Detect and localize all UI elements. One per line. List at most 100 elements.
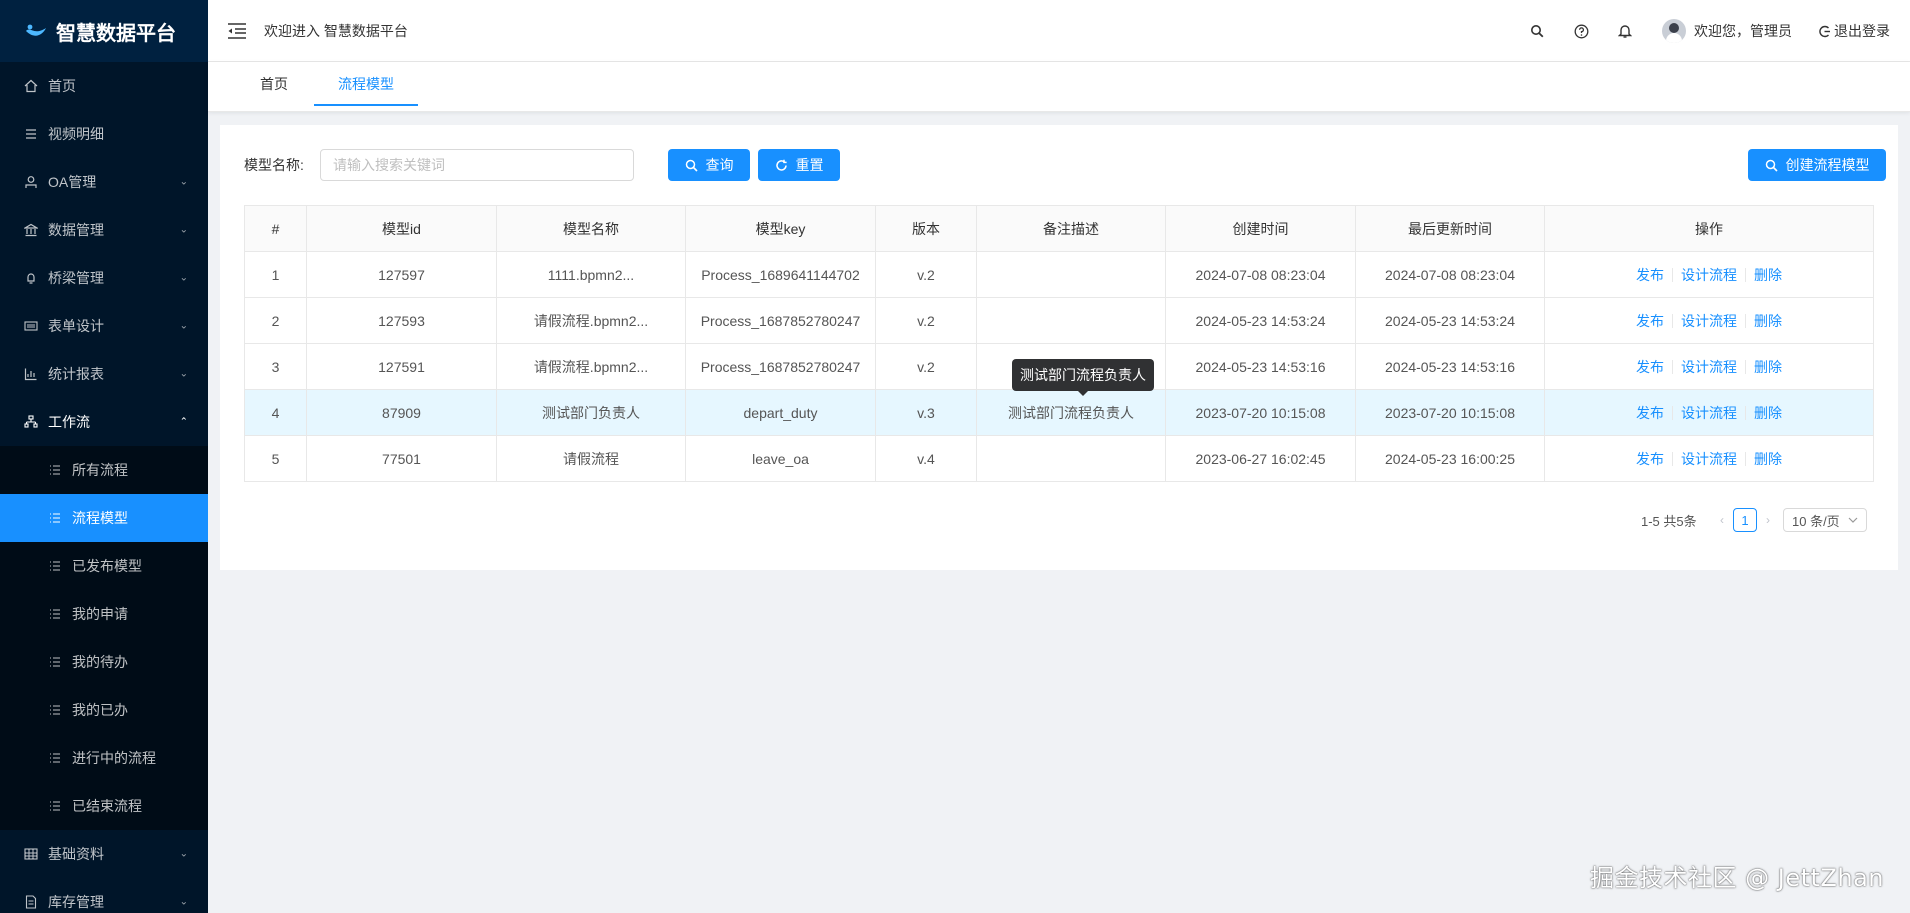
- delete-button[interactable]: 删除: [1754, 265, 1782, 285]
- sidebar-item-label: 进行中的流程: [72, 750, 156, 766]
- table-cell-name: 1111.bpmn2...: [497, 252, 686, 297]
- file-icon: [24, 895, 38, 909]
- delete-button[interactable]: 删除: [1754, 311, 1782, 331]
- table-cell-created: 2024-05-23 14:53:16: [1166, 344, 1356, 389]
- sidebar-item-report[interactable]: 统计报表 ⌄: [0, 350, 208, 398]
- design-process-button[interactable]: 设计流程: [1681, 449, 1737, 469]
- table-cell-key: Process_1687852780247: [686, 344, 876, 389]
- table-cell-key: depart_duty: [686, 390, 876, 435]
- notification-bell-icon[interactable]: [1616, 22, 1634, 40]
- app-logo[interactable]: 智慧数据平台: [0, 0, 208, 62]
- reset-button[interactable]: 重置: [758, 149, 840, 181]
- sidebar-item-data[interactable]: 数据管理 ⌄: [0, 206, 208, 254]
- reset-label: 重置: [795, 157, 824, 173]
- table-cell-name: 测试部门负责人: [497, 390, 686, 435]
- logout-button[interactable]: 退出登录: [1818, 21, 1890, 41]
- column-header: 模型key: [686, 206, 876, 251]
- table-row[interactable]: 2 127593 请假流程.bpmn2... Process_168785278024…: [244, 298, 1874, 344]
- table-cell-id: 87909: [307, 390, 497, 435]
- list-icon: [48, 463, 62, 477]
- tab-process-model[interactable]: 流程模型: [314, 62, 418, 106]
- logout-icon: [1819, 25, 1830, 37]
- sidebar-item-bridge[interactable]: 桥梁管理 ⌄: [0, 254, 208, 302]
- table-cell-created: 2023-07-20 10:15:08: [1166, 390, 1356, 435]
- chevron-down-icon: ⌄: [179, 272, 188, 284]
- sidebar-item-inventory[interactable]: 库存管理 ⌄: [0, 878, 208, 913]
- sidebar-item-workflow[interactable]: 工作流 ⌃: [0, 398, 208, 446]
- tab-home[interactable]: 首页: [252, 62, 296, 106]
- design-process-button[interactable]: 设计流程: [1681, 403, 1737, 423]
- sidebar-item-label: 表单设计: [48, 318, 104, 334]
- avatar[interactable]: [1662, 19, 1686, 43]
- table-cell-key: leave_oa: [686, 436, 876, 481]
- table-cell-updated: 2023-07-20 10:15:08: [1356, 390, 1545, 435]
- sidebar-item-running-processes[interactable]: 进行中的流程: [0, 734, 208, 782]
- table-cell-no: 5: [245, 436, 307, 481]
- menu-fold-icon[interactable]: [226, 22, 248, 40]
- publish-button[interactable]: 发布: [1636, 311, 1664, 331]
- page-number-button[interactable]: 1: [1733, 508, 1757, 532]
- design-process-button[interactable]: 设计流程: [1681, 357, 1737, 377]
- sidebar-item-video[interactable]: 视频明细: [0, 110, 208, 158]
- table-row[interactable]: 5 77501 请假流程 leave_oa v.4 2023-06-27 16:02:45…: [244, 436, 1874, 482]
- delete-button[interactable]: 删除: [1754, 357, 1782, 377]
- column-header: 版本: [876, 206, 977, 251]
- sidebar-item-oa[interactable]: OA管理 ⌄: [0, 158, 208, 206]
- row-actions: 发布 设计流程 删除: [1545, 252, 1873, 297]
- user-greeting[interactable]: 欢迎您，管理员: [1694, 21, 1792, 41]
- sidebar-item-form[interactable]: 表单设计 ⌄: [0, 302, 208, 350]
- delete-button[interactable]: 删除: [1754, 403, 1782, 423]
- table-icon: [24, 847, 38, 861]
- help-icon[interactable]: [1572, 22, 1590, 40]
- table-cell-desc: [977, 252, 1166, 297]
- sidebar-item-finished-processes[interactable]: 已结束流程: [0, 782, 208, 830]
- search-icon[interactable]: [1528, 22, 1546, 40]
- column-header: 备注描述: [977, 206, 1166, 251]
- next-page-icon[interactable]: ›: [1760, 508, 1776, 532]
- design-process-button[interactable]: 设计流程: [1681, 265, 1737, 285]
- create-process-model-button[interactable]: 创建流程模型: [1748, 149, 1886, 181]
- row-actions: 发布 设计流程 删除: [1545, 390, 1873, 435]
- table-cell-no: 4: [245, 390, 307, 435]
- page-tabs: 首页 流程模型: [208, 62, 1910, 112]
- list-icon: [48, 751, 62, 765]
- sidebar-item-label: 数据管理: [48, 222, 104, 238]
- sidebar-item-label: 所有流程: [72, 462, 128, 478]
- sidebar-item-my-applications[interactable]: 我的申请: [0, 590, 208, 638]
- action-divider: [1672, 359, 1673, 374]
- publish-button[interactable]: 发布: [1636, 357, 1664, 377]
- sidebar-item-all-processes[interactable]: 所有流程: [0, 446, 208, 494]
- delete-button[interactable]: 删除: [1754, 449, 1782, 469]
- sidebar-item-published-models[interactable]: 已发布模型: [0, 542, 208, 590]
- table-row[interactable]: 4 87909 测试部门负责人 depart_duty v.3 测试部门流程负责人 2023…: [244, 390, 1874, 436]
- publish-button[interactable]: 发布: [1636, 265, 1664, 285]
- sidebar-item-base-data[interactable]: 基础资料 ⌄: [0, 830, 208, 878]
- sidebar-item-label: 我的已办: [72, 702, 128, 718]
- sidebar-item-home[interactable]: 首页: [0, 62, 208, 110]
- model-name-search-input[interactable]: [320, 149, 634, 181]
- table-cell-id: 127593: [307, 298, 497, 343]
- table-header: # 模型id 模型名称 模型key 版本 备注描述 创建时间 最后更新时间 操作: [244, 205, 1874, 252]
- page-size-select[interactable]: 10 条/页: [1783, 508, 1867, 532]
- publish-button[interactable]: 发布: [1636, 403, 1664, 423]
- design-process-button[interactable]: 设计流程: [1681, 311, 1737, 331]
- bank-icon: [24, 223, 38, 237]
- sidebar-item-my-todo[interactable]: 我的待办: [0, 638, 208, 686]
- table-row[interactable]: 1 127597 1111.bpmn2... Process_168964114470…: [244, 252, 1874, 298]
- list-icon: [48, 607, 62, 621]
- action-divider: [1672, 451, 1673, 466]
- table-cell-version: v.2: [876, 298, 977, 343]
- publish-button[interactable]: 发布: [1636, 449, 1664, 469]
- sidebar-item-label: 我的申请: [72, 606, 128, 622]
- table-cell-id: 127591: [307, 344, 497, 389]
- action-divider: [1672, 313, 1673, 328]
- sidebar-item-label: 首页: [48, 78, 76, 94]
- table-cell-updated: 2024-05-23 14:53:16: [1356, 344, 1545, 389]
- sidebar-item-process-model[interactable]: 流程模型: [0, 494, 208, 542]
- table-cell-version: v.4: [876, 436, 977, 481]
- action-divider: [1745, 313, 1746, 328]
- query-button[interactable]: 查询: [668, 149, 750, 181]
- sidebar-item-my-done[interactable]: 我的已办: [0, 686, 208, 734]
- prev-page-icon[interactable]: ‹: [1714, 508, 1730, 532]
- table-cell-id: 127597: [307, 252, 497, 297]
